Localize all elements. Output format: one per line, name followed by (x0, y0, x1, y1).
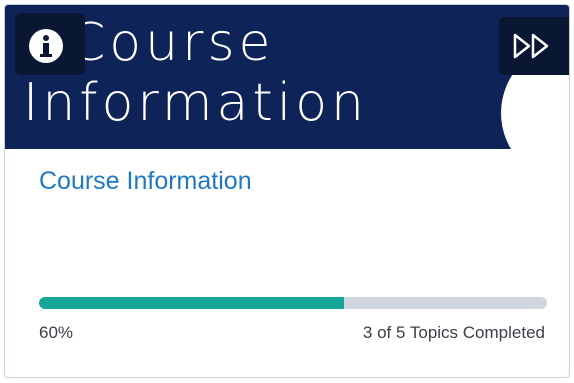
progress-bar (39, 297, 547, 309)
info-icon (29, 29, 63, 63)
course-card: Course Information Course Information 60… (4, 4, 570, 378)
progress-bar-fill (39, 297, 344, 309)
course-banner[interactable]: Course Information (5, 5, 569, 149)
course-title-link[interactable]: Course Information (39, 167, 252, 196)
banner-title: Course Information (23, 13, 369, 133)
progress-percent: 60% (39, 323, 74, 342)
info-badge (15, 13, 85, 75)
expand-button[interactable] (499, 17, 569, 75)
double-chevron-right-icon (513, 33, 549, 59)
progress-status: 3 of 5 Topics Completed (362, 323, 545, 342)
